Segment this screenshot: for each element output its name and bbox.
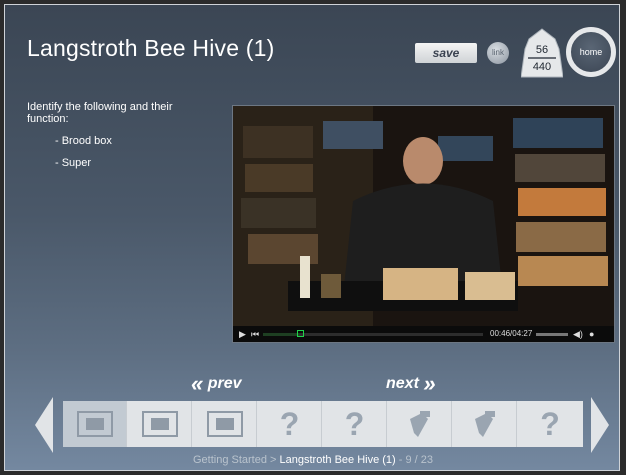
next-button[interactable]: next » [386,371,436,397]
breadcrumb-section[interactable]: Getting Started [193,454,267,466]
hand-tool-icon [409,411,430,437]
thumbnail-video-1[interactable] [63,401,127,447]
next-label: next [386,375,419,392]
instruction-item-brood-box: - Brood box [55,135,112,147]
thumbnail-tool-2[interactable] [453,401,517,447]
instruction-item-super: - Super [55,157,92,169]
film-icon [141,411,178,437]
thumbnail-video-2[interactable] [128,401,192,447]
breadcrumb-current: Langstroth Bee Hive (1) [279,454,396,466]
instructions-prompt: Identify the following and their functio… [27,101,173,125]
thumbnail-question-2[interactable]: ? [323,401,387,447]
video-player[interactable]: ▶ ⏮ 00:46/04:27 ◀) ● [232,105,615,343]
slide-strip: ? ? ? [5,397,619,453]
film-icon [76,411,113,437]
question-mark-icon: ? [344,405,365,442]
thumbnail-question-1[interactable]: ? [258,401,322,447]
video-frame [233,106,614,326]
progress-counter: 56 440 [521,27,563,79]
film-icon [206,411,243,437]
hand-tool-icon [474,411,495,437]
counter-total: 440 [532,61,552,73]
counter-current: 56 [535,44,549,56]
prev-label: prev [207,375,242,392]
breadcrumb-separator: > [270,454,277,466]
breadcrumb: Getting Started > Langstroth Bee Hive (1… [5,454,619,466]
thumbnail-strip: ? ? ? [63,401,583,447]
double-chevron-left-icon: « [191,371,204,396]
link-button[interactable]: link [487,42,509,64]
page-title: Langstroth Bee Hive (1) [27,35,275,61]
video-timecode: 00:46/04:27 [490,329,533,338]
question-mark-icon: ? [279,405,300,442]
prev-button[interactable]: « prev [191,371,242,397]
video-controls: ▶ ⏮ 00:46/04:27 ◀) ● [233,326,614,342]
thumbnail-tool-1[interactable] [388,401,452,447]
breadcrumb-position: - 9 / 23 [398,454,434,466]
play-icon[interactable]: ▶ [239,329,246,340]
thumbnail-question-3[interactable]: ? [518,401,582,447]
save-button[interactable]: save [415,43,477,63]
captions-icon[interactable]: ● [589,329,594,339]
strip-left-arrow-icon[interactable] [33,397,55,453]
video-progress-handle[interactable] [297,330,305,337]
thumbnail-video-3[interactable] [193,401,257,447]
double-chevron-right-icon: » [423,371,436,396]
skip-back-icon[interactable]: ⏮ [251,329,259,340]
strip-right-arrow-icon[interactable] [589,397,611,453]
question-mark-icon: ? [540,405,560,442]
volume-slider[interactable] [536,333,568,336]
video-progress-fill [263,333,301,336]
instructions-panel: Identify the following and their functio… [27,101,217,169]
lesson-frame: Langstroth Bee Hive (1) save link 56 440… [4,4,620,471]
home-button[interactable]: home [566,27,616,77]
volume-icon[interactable]: ◀) [573,329,583,340]
